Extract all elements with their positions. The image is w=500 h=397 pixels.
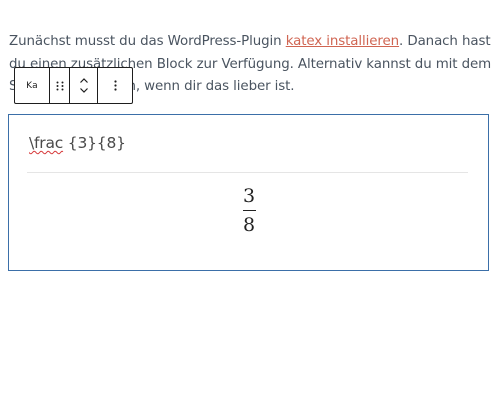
drag-handle-button[interactable]: [49, 68, 69, 103]
katex-source-input[interactable]: \frac {3}{8}: [29, 134, 126, 152]
chevron-up-icon[interactable]: [79, 78, 88, 83]
move-buttons: [69, 68, 97, 103]
fraction-numerator: 3: [242, 185, 256, 207]
katex-block[interactable]: \frac {3}{8} 3 8: [8, 114, 489, 271]
katex-source-args: {3}{8}: [63, 134, 126, 152]
more-options-button[interactable]: [97, 68, 132, 103]
katex-divider: [27, 172, 468, 173]
paragraph-text-start: Zunächst musst du das WordPress-Plugin: [9, 34, 286, 49]
editor-canvas: Zunächst musst du das WordPress-Plugin k…: [0, 0, 500, 397]
katex-preview: 3 8: [239, 187, 259, 235]
block-type-button[interactable]: Ka: [15, 68, 49, 103]
katex-source-command: \frac: [29, 134, 64, 152]
katex-install-link[interactable]: katex installieren: [286, 34, 399, 49]
paragraph-text-hidden: u mit de: [423, 56, 479, 72]
block-toolbar: Ka: [14, 67, 133, 104]
chevron-down-icon[interactable]: [79, 88, 88, 93]
more-vertical-icon: [113, 80, 117, 91]
drag-handle-icon: [56, 81, 63, 90]
block-type-label: Ka: [26, 80, 38, 91]
fraction-denominator: 8: [242, 214, 256, 236]
